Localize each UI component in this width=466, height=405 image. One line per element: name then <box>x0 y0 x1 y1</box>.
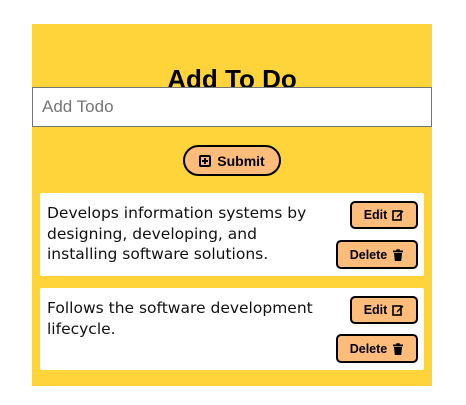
todo-panel: Add To Do Submit Develops information sy… <box>32 24 432 386</box>
delete-button[interactable]: Delete <box>336 334 418 363</box>
todo-text: Follows the software development lifecyc… <box>47 299 313 338</box>
add-todo-input[interactable] <box>32 87 432 127</box>
submit-button[interactable]: Submit <box>183 145 281 176</box>
plus-square-icon <box>199 154 212 167</box>
delete-button[interactable]: Delete <box>336 240 418 269</box>
edit-label: Edit <box>363 303 388 317</box>
submit-label: Submit <box>217 152 265 169</box>
trash-icon <box>393 248 404 261</box>
todo-text: Develops information systems by designin… <box>47 204 307 263</box>
edit-button[interactable]: Edit <box>350 201 418 229</box>
edit-icon <box>392 305 404 316</box>
trash-icon <box>393 342 404 355</box>
delete-label: Delete <box>349 341 388 356</box>
edit-label: Edit <box>363 208 388 222</box>
todo-item: Follows the software development lifecyc… <box>40 288 424 370</box>
todo-item: Develops information systems by designin… <box>40 193 424 276</box>
edit-button[interactable]: Edit <box>350 296 418 324</box>
delete-label: Delete <box>349 247 388 262</box>
edit-icon <box>392 210 404 221</box>
